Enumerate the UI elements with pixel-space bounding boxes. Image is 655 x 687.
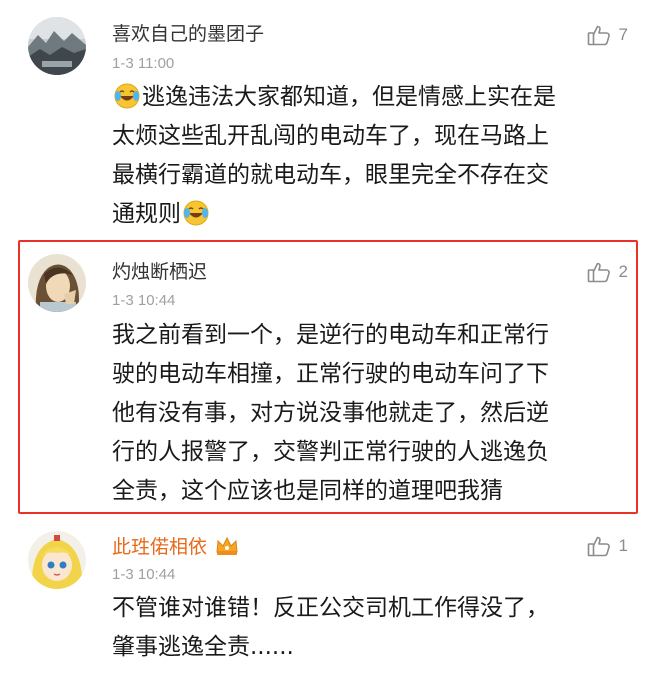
username[interactable]: 此珄偌相依 bbox=[112, 535, 239, 562]
like-button[interactable]: 7 bbox=[587, 24, 628, 46]
comment-text: 逃逸违法大家都知道，但是情感上实在是 太烦这些乱开乱闯的电动车了，现在马路上 最… bbox=[112, 78, 632, 234]
comment-text: 不管谁对谁错！反正公交司机工作得没了， 肇事逃逸全责...... bbox=[112, 589, 632, 667]
username[interactable]: 灼烛断栖迟 bbox=[112, 260, 207, 284]
crown-badge-icon bbox=[215, 536, 239, 562]
timestamp: 1-3 10:44 bbox=[112, 292, 176, 309]
comment-line: 肇事逃逸全责...... bbox=[112, 634, 294, 660]
avatar[interactable] bbox=[28, 254, 86, 312]
username[interactable]: 喜欢自己的墨团子 bbox=[112, 22, 264, 46]
thumbs-up-icon bbox=[587, 261, 611, 283]
laughing-crying-emoji-icon bbox=[183, 200, 209, 226]
avatar[interactable] bbox=[28, 531, 86, 589]
avatar[interactable] bbox=[28, 17, 86, 75]
like-button[interactable]: 2 bbox=[587, 261, 628, 283]
timestamp: 1-3 10:44 bbox=[112, 566, 176, 583]
like-count: 7 bbox=[618, 25, 628, 44]
comment-item: 喜欢自己的墨团子 1-3 11:00 7 逃逸违法大家都知道，但是情感上实在是 … bbox=[0, 0, 655, 235]
thumbs-up-icon bbox=[587, 535, 611, 557]
like-count: 2 bbox=[618, 262, 628, 281]
comment-line: 太烦这些乱开乱闯的电动车了，现在马路上 bbox=[112, 123, 549, 149]
comment-line: 驶的电动车相撞，正常行驶的电动车问了下 bbox=[112, 361, 549, 387]
comment-item: 此珄偌相依 1-3 10:44 1 不管谁对谁错！反正公交司机工作得没了， 肇事… bbox=[0, 515, 655, 687]
like-count: 1 bbox=[618, 536, 628, 555]
comment-item: 灼烛断栖迟 1-3 10:44 2 我之前看到一个，是逆行的电动车和正常行 驶的… bbox=[0, 240, 655, 512]
comment-line: 我之前看到一个，是逆行的电动车和正常行 bbox=[112, 322, 549, 348]
comment-line: 逃逸违法大家都知道，但是情感上实在是 bbox=[142, 84, 556, 110]
comment-line: 全责，这个应该也是同样的道理吧我猜 bbox=[112, 478, 503, 504]
comment-line: 行的人报警了，交警判正常行驶的人逃逸负 bbox=[112, 439, 549, 465]
like-button[interactable]: 1 bbox=[587, 535, 628, 557]
laughing-crying-emoji-icon bbox=[114, 83, 140, 109]
comment-line: 通规则 bbox=[112, 201, 181, 227]
username-text: 此珄偌相依 bbox=[112, 536, 208, 558]
comment-feed: 喜欢自己的墨团子 1-3 11:00 7 逃逸违法大家都知道，但是情感上实在是 … bbox=[0, 0, 655, 687]
timestamp: 1-3 11:00 bbox=[112, 55, 175, 72]
comment-line: 最横行霸道的就电动车，眼里完全不存在交 bbox=[112, 162, 549, 188]
comment-line: 不管谁对谁错！反正公交司机工作得没了， bbox=[112, 595, 549, 621]
comment-text: 我之前看到一个，是逆行的电动车和正常行 驶的电动车相撞，正常行驶的电动车问了下 … bbox=[112, 316, 632, 511]
comment-line: 他有没有事，对方说没事他就走了，然后逆 bbox=[112, 400, 549, 426]
thumbs-up-icon bbox=[587, 24, 611, 46]
